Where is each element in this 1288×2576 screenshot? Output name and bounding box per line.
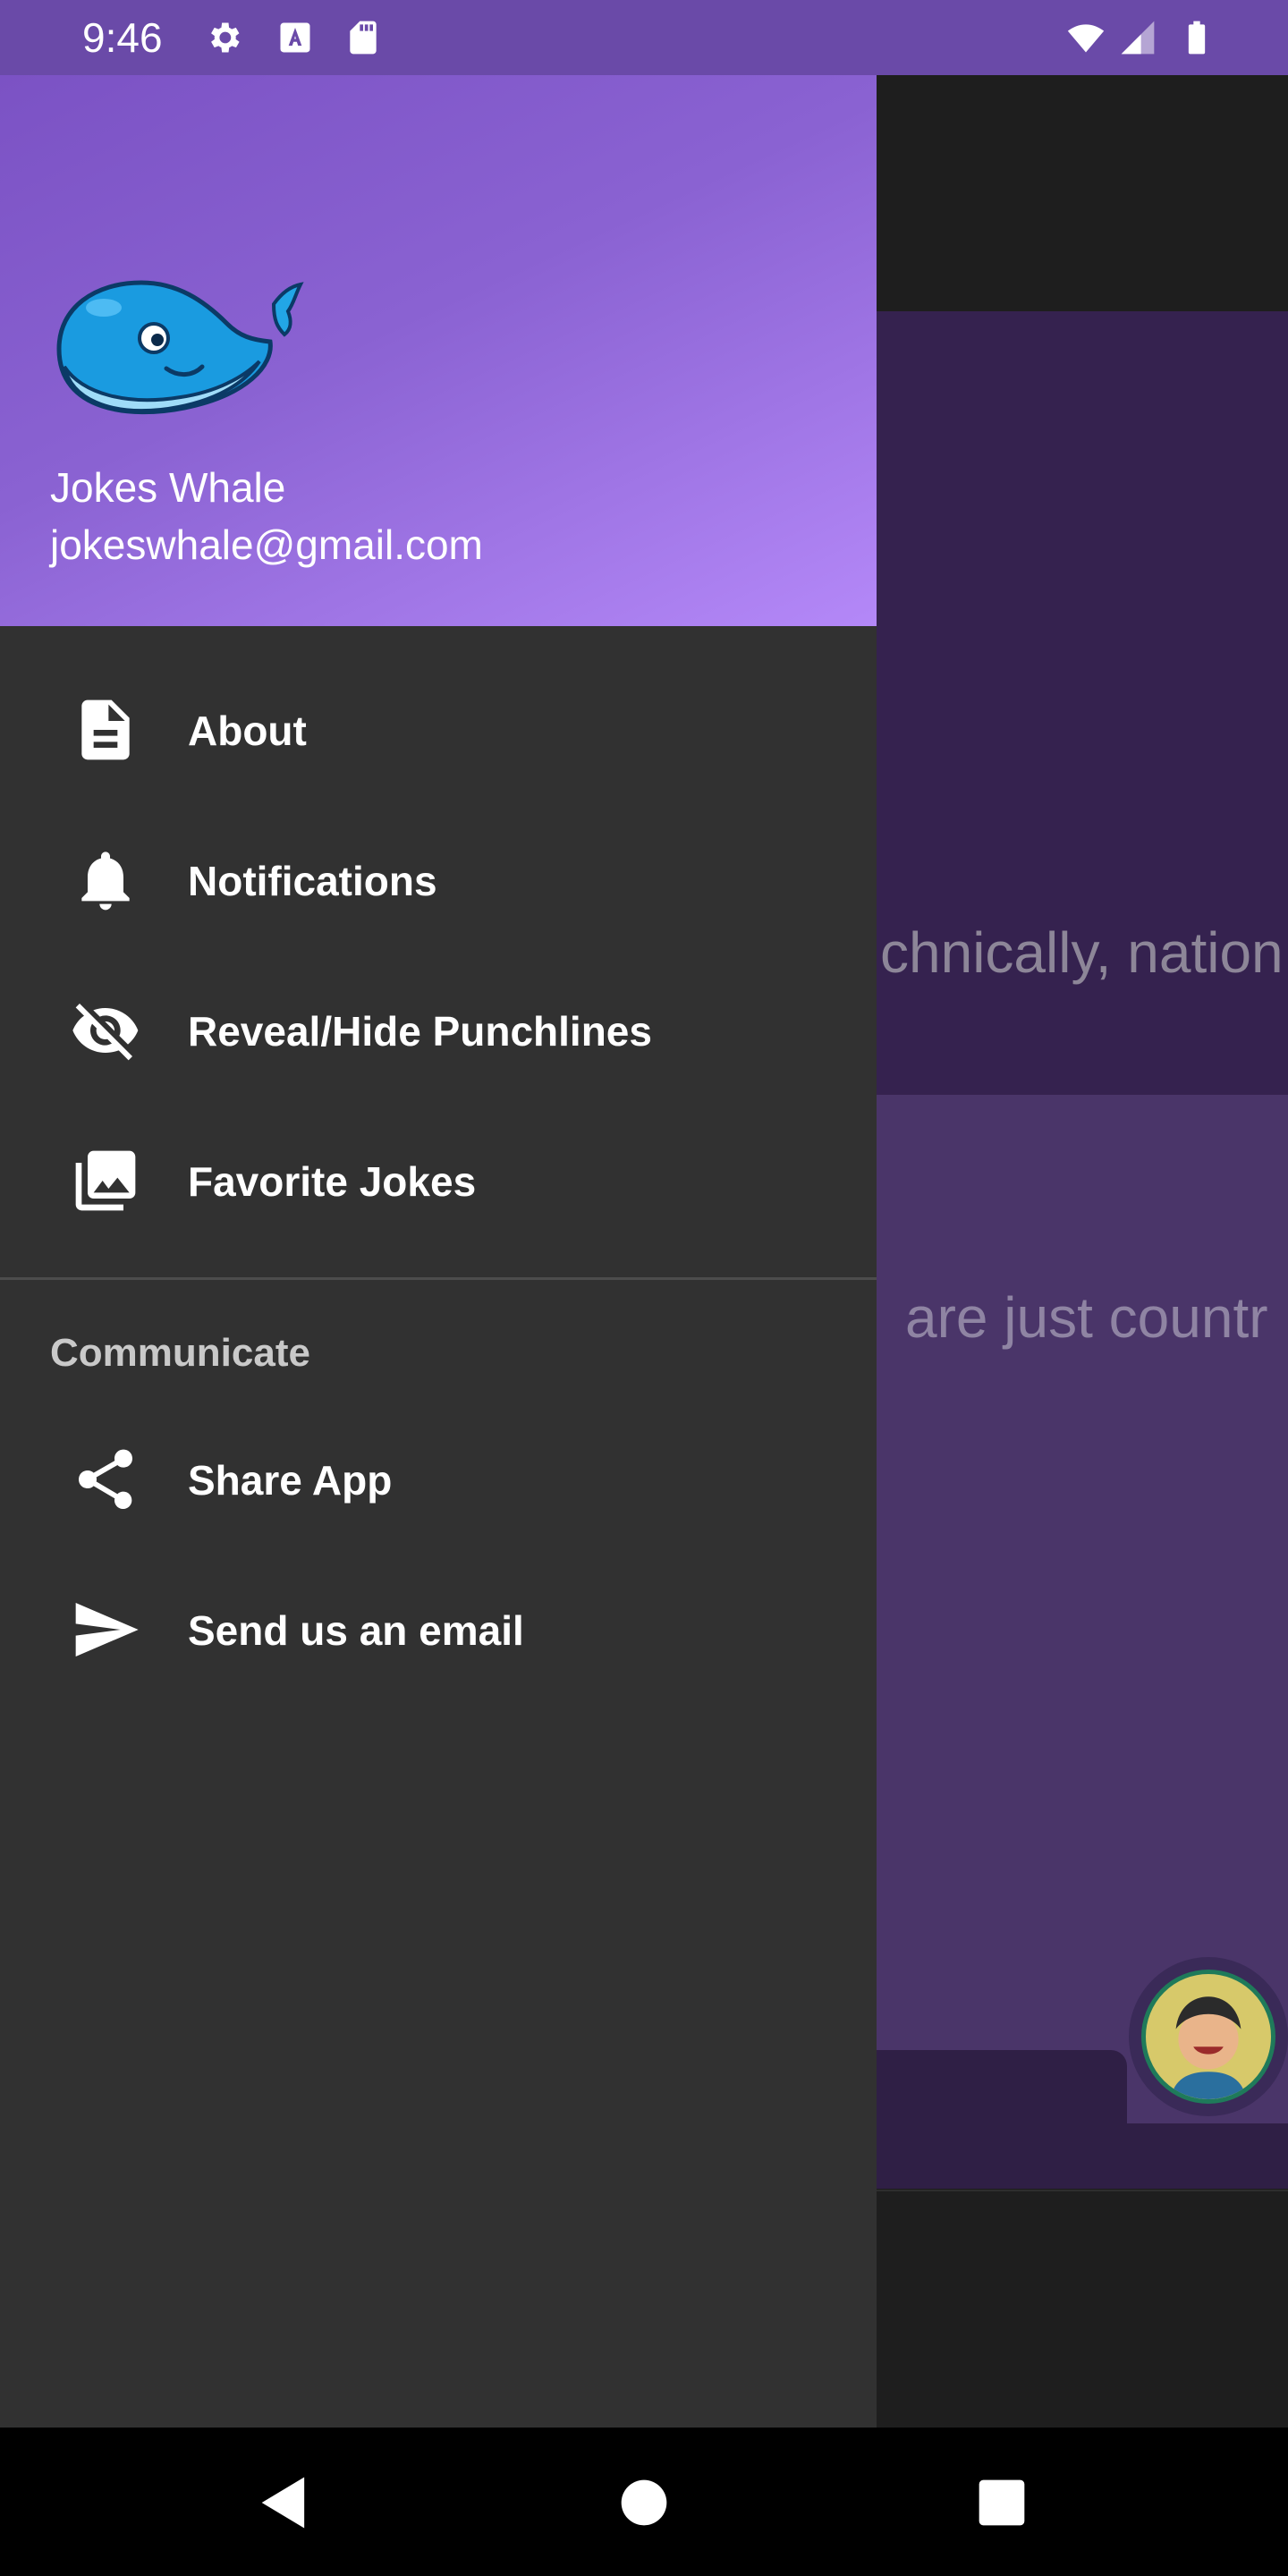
bell-icon [81, 852, 130, 911]
background-card-footer [1127, 2123, 1288, 2189]
signal-icon [1121, 21, 1155, 55]
background-joke-text: chnically, nation [880, 920, 1284, 985]
menu-item-send-email[interactable]: Send us an email [0, 1556, 877, 1707]
background-card-footer [877, 2050, 1127, 2189]
system-nav-bar [0, 2428, 1288, 2576]
send-icon [75, 1603, 139, 1657]
a-badge-icon [280, 22, 310, 53]
background-joke-text: are just countr [905, 1285, 1268, 1350]
document-icon [81, 699, 130, 760]
recents-icon[interactable] [968, 2469, 1036, 2537]
back-icon[interactable] [250, 2469, 318, 2537]
menu-item-label: Notifications [188, 858, 437, 904]
navigation-drawer: Jokes Whale jokeswhale@gmail.com About N… [0, 75, 877, 2428]
menu-item-label: Share App [188, 1457, 393, 1504]
battery-icon [1188, 21, 1206, 55]
menu-divider [0, 1277, 877, 1280]
settings-icon [211, 22, 240, 53]
user-name: Jokes Whale [50, 464, 286, 511]
drawer-header: Jokes Whale jokeswhale@gmail.com [0, 75, 877, 626]
user-email: jokeswhale@gmail.com [50, 521, 483, 568]
menu-item-label: About [188, 708, 307, 754]
menu-item-share-app[interactable]: Share App [0, 1406, 877, 1556]
menu-item-reveal-hide-punchlines[interactable]: Reveal/Hide Punchlines [0, 957, 877, 1107]
share-icon [79, 1449, 132, 1509]
menu-item-notifications[interactable]: Notifications [0, 807, 877, 957]
menu-item-about[interactable]: About [0, 657, 877, 807]
sd-card-icon [350, 21, 377, 55]
menu-item-label: Send us an email [188, 1607, 524, 1654]
status-time: 9:46 [82, 14, 163, 61]
screen: 9:46 chnically, nation are just countr J… [0, 0, 1288, 2576]
photo-library-icon [75, 1150, 136, 1211]
menu-item-label: Favorite Jokes [188, 1158, 477, 1205]
eye-off-icon [72, 1004, 139, 1061]
home-icon[interactable] [610, 2469, 678, 2537]
laughing-face-icon [1141, 1970, 1275, 2104]
section-title-communicate: Communicate [50, 1331, 310, 1375]
status-bar: 9:46 [0, 0, 1288, 75]
wifi-icon [1067, 24, 1105, 53]
menu-item-favorite-jokes[interactable]: Favorite Jokes [0, 1107, 877, 1258]
whale-logo-icon [56, 280, 304, 415]
menu-item-label: Reveal/Hide Punchlines [188, 1008, 652, 1055]
